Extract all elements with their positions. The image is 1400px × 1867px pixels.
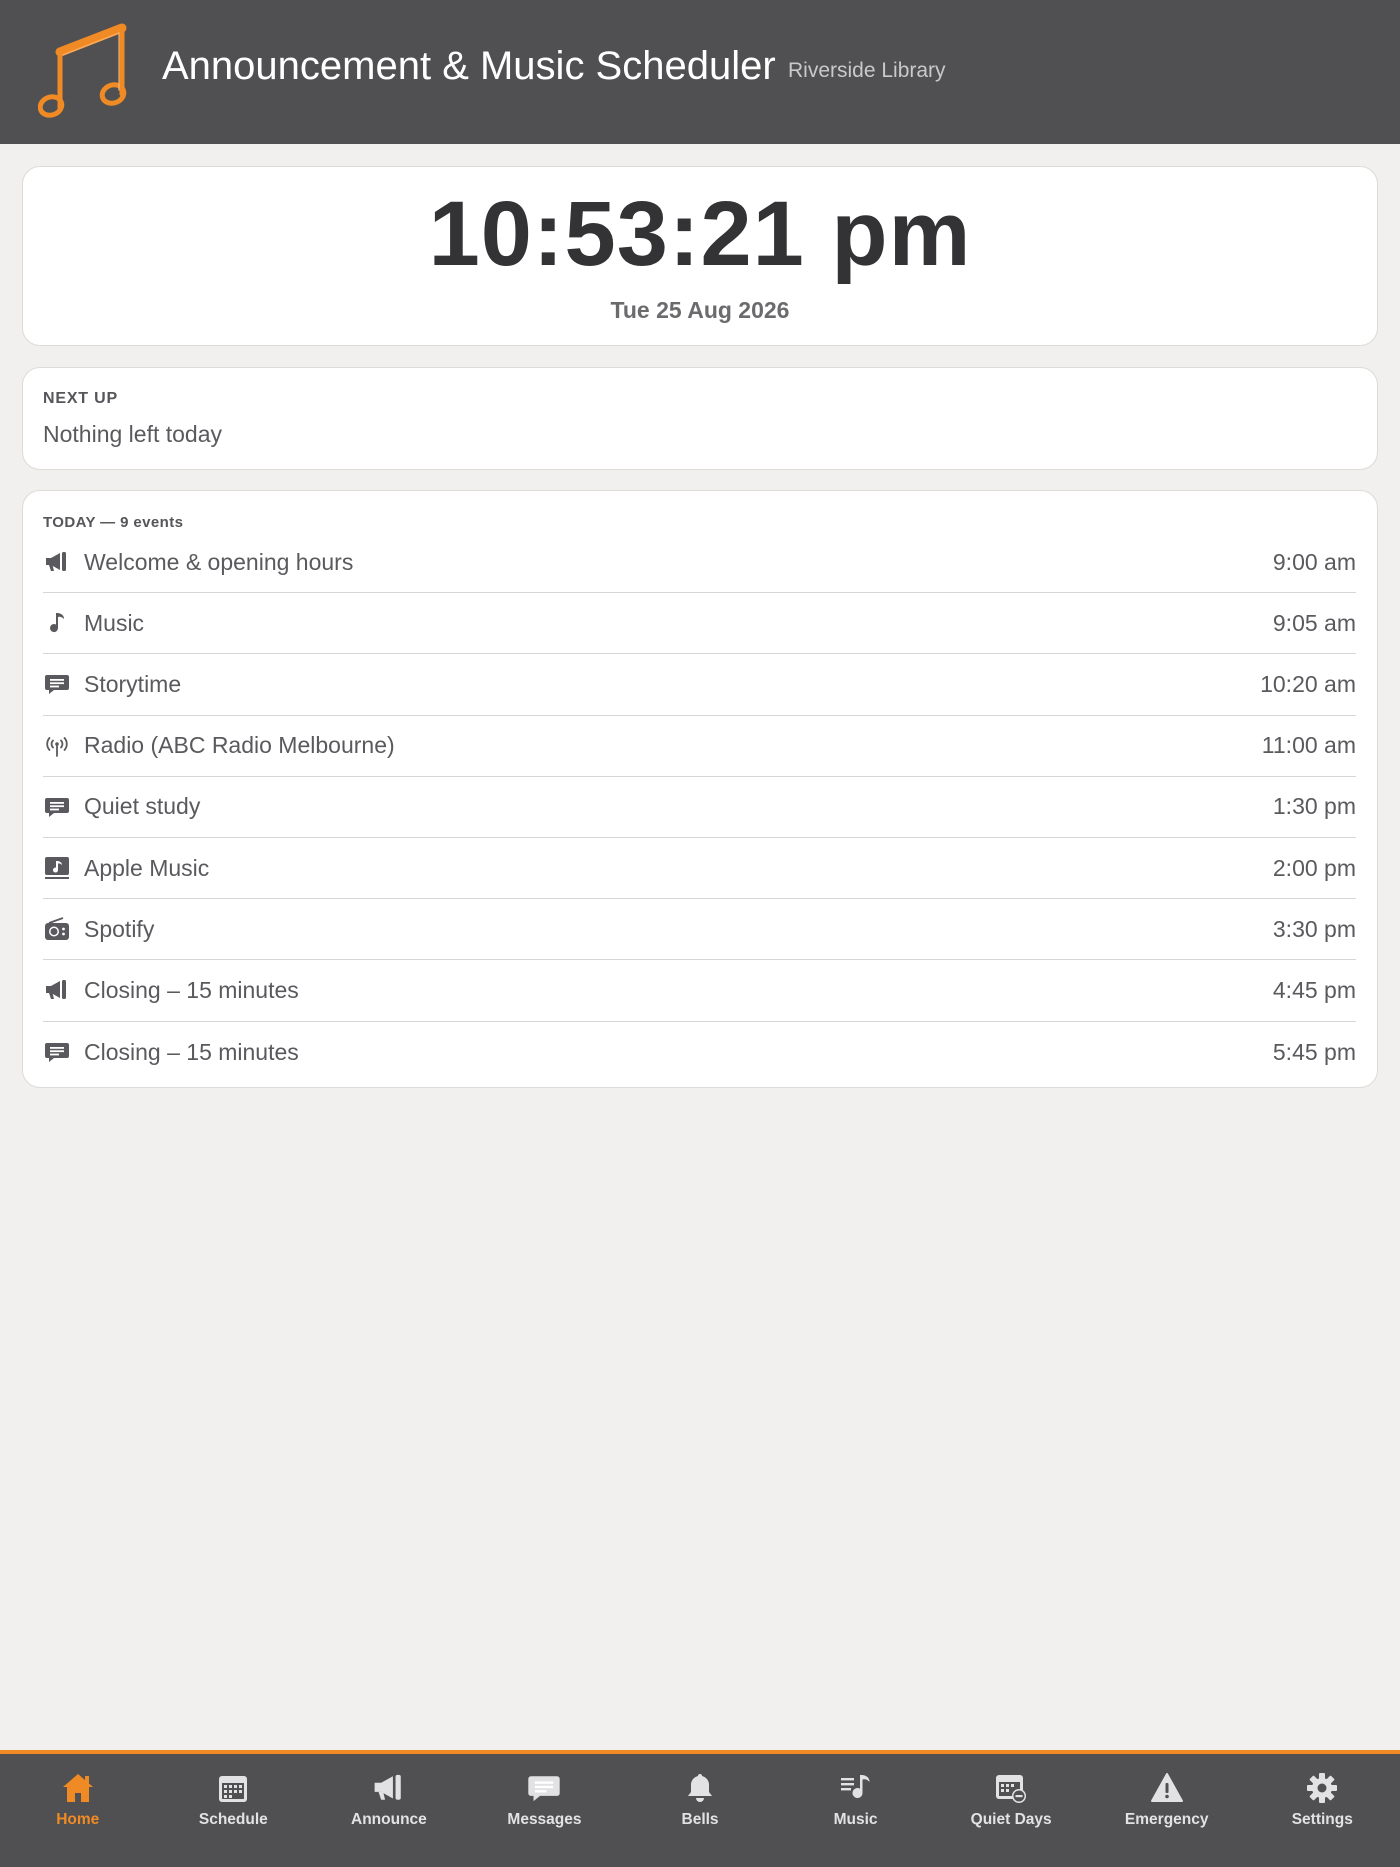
event-time: 1:30 pm	[1272, 793, 1356, 820]
tab-label: Messages	[507, 1811, 582, 1828]
megaphone-icon	[43, 976, 71, 1004]
radio-antenna-icon	[43, 732, 71, 760]
event-row[interactable]: Closing – 15 minutes 5:45 pm	[43, 1022, 1356, 1083]
app-header: Announcement & Music Scheduler Riverside…	[0, 0, 1400, 144]
tab-label: Bells	[681, 1811, 719, 1828]
tab-label: Home	[56, 1811, 100, 1828]
music-display-icon	[43, 854, 71, 882]
event-time: 10:20 am	[1260, 670, 1356, 697]
tab-label: Settings	[1291, 1811, 1353, 1828]
tab-settings[interactable]: Settings	[1245, 1754, 1400, 1867]
tab-label: Music	[833, 1811, 878, 1828]
tab-schedule[interactable]: Schedule	[156, 1754, 312, 1867]
event-time: 9:05 am	[1272, 609, 1356, 636]
tab-emergency[interactable]: Emergency	[1089, 1754, 1245, 1867]
location-label: Riverside Library	[788, 59, 946, 82]
event-row[interactable]: Closing – 15 minutes 4:45 pm	[43, 960, 1356, 1022]
event-row[interactable]: Radio (ABC Radio Melbourne) 11:00 am	[43, 716, 1356, 777]
event-time: 4:45 pm	[1272, 976, 1356, 1003]
radio-icon	[43, 915, 71, 943]
event-name: Storytime	[84, 670, 182, 697]
tab-announce[interactable]: Announce	[311, 1754, 467, 1867]
calendar-minus-icon	[993, 1770, 1029, 1806]
calendar-icon	[215, 1770, 251, 1806]
warning-icon	[1149, 1770, 1185, 1806]
event-time: 2:00 pm	[1272, 854, 1356, 881]
app-title: Announcement & Music Scheduler	[162, 44, 776, 88]
tab-quiet-days[interactable]: Quiet Days	[933, 1754, 1089, 1867]
next-up-label: NEXT UP	[43, 390, 118, 407]
tab-label: Announce	[351, 1811, 427, 1828]
event-row[interactable]: Music 9:05 am	[43, 593, 1356, 655]
tab-bar: Home Schedule Announce Messages Bells Mu…	[0, 1750, 1400, 1867]
event-row[interactable]: Quiet study 1:30 pm	[43, 777, 1356, 838]
home-icon	[60, 1770, 96, 1806]
tab-home[interactable]: Home	[0, 1754, 156, 1867]
event-time: 5:45 pm	[1272, 1038, 1356, 1065]
message-icon	[43, 1038, 71, 1066]
tab-music[interactable]: Music	[778, 1754, 934, 1867]
clock-time: 10:53:21 pm	[428, 183, 972, 285]
tab-bells[interactable]: Bells	[622, 1754, 778, 1867]
event-name: Quiet study	[84, 793, 201, 820]
music-list-icon	[838, 1770, 874, 1806]
event-time: 3:30 pm	[1272, 915, 1356, 942]
music-note-icon	[43, 609, 71, 637]
message-icon	[526, 1770, 562, 1806]
music-note-icon	[37, 22, 132, 118]
clock-date: Tue 25 Aug 2026	[610, 297, 790, 323]
tab-messages[interactable]: Messages	[467, 1754, 623, 1867]
next-up-card	[22, 367, 1378, 470]
next-up-value: Nothing left today	[43, 421, 223, 447]
event-name: Apple Music	[84, 854, 210, 881]
tab-label: Emergency	[1124, 1811, 1209, 1828]
event-time: 11:00 am	[1261, 732, 1356, 759]
event-row[interactable]: Storytime 10:20 am	[43, 654, 1356, 716]
gear-icon	[1304, 1770, 1340, 1806]
tab-label: Quiet Days	[970, 1811, 1052, 1828]
today-header: TODAY — 9 events	[43, 514, 184, 531]
event-list: Welcome & opening hours 9:00 am Music 9:…	[43, 532, 1356, 1083]
bell-icon	[682, 1770, 718, 1806]
event-name: Spotify	[84, 915, 155, 942]
event-name: Closing – 15 minutes	[84, 976, 299, 1003]
message-icon	[43, 670, 71, 698]
event-row[interactable]: Welcome & opening hours 9:00 am	[43, 532, 1356, 594]
tab-label: Schedule	[198, 1811, 268, 1828]
megaphone-icon	[43, 548, 71, 576]
event-name: Closing – 15 minutes	[84, 1038, 299, 1065]
event-time: 9:00 am	[1272, 548, 1356, 575]
event-name: Welcome & opening hours	[84, 548, 354, 575]
event-row[interactable]: Spotify 3:30 pm	[43, 899, 1356, 961]
message-icon	[43, 793, 71, 821]
event-row[interactable]: Apple Music 2:00 pm	[43, 838, 1356, 900]
event-name: Music	[84, 609, 145, 636]
event-name: Radio (ABC Radio Melbourne)	[84, 732, 395, 759]
megaphone-icon	[371, 1770, 407, 1806]
